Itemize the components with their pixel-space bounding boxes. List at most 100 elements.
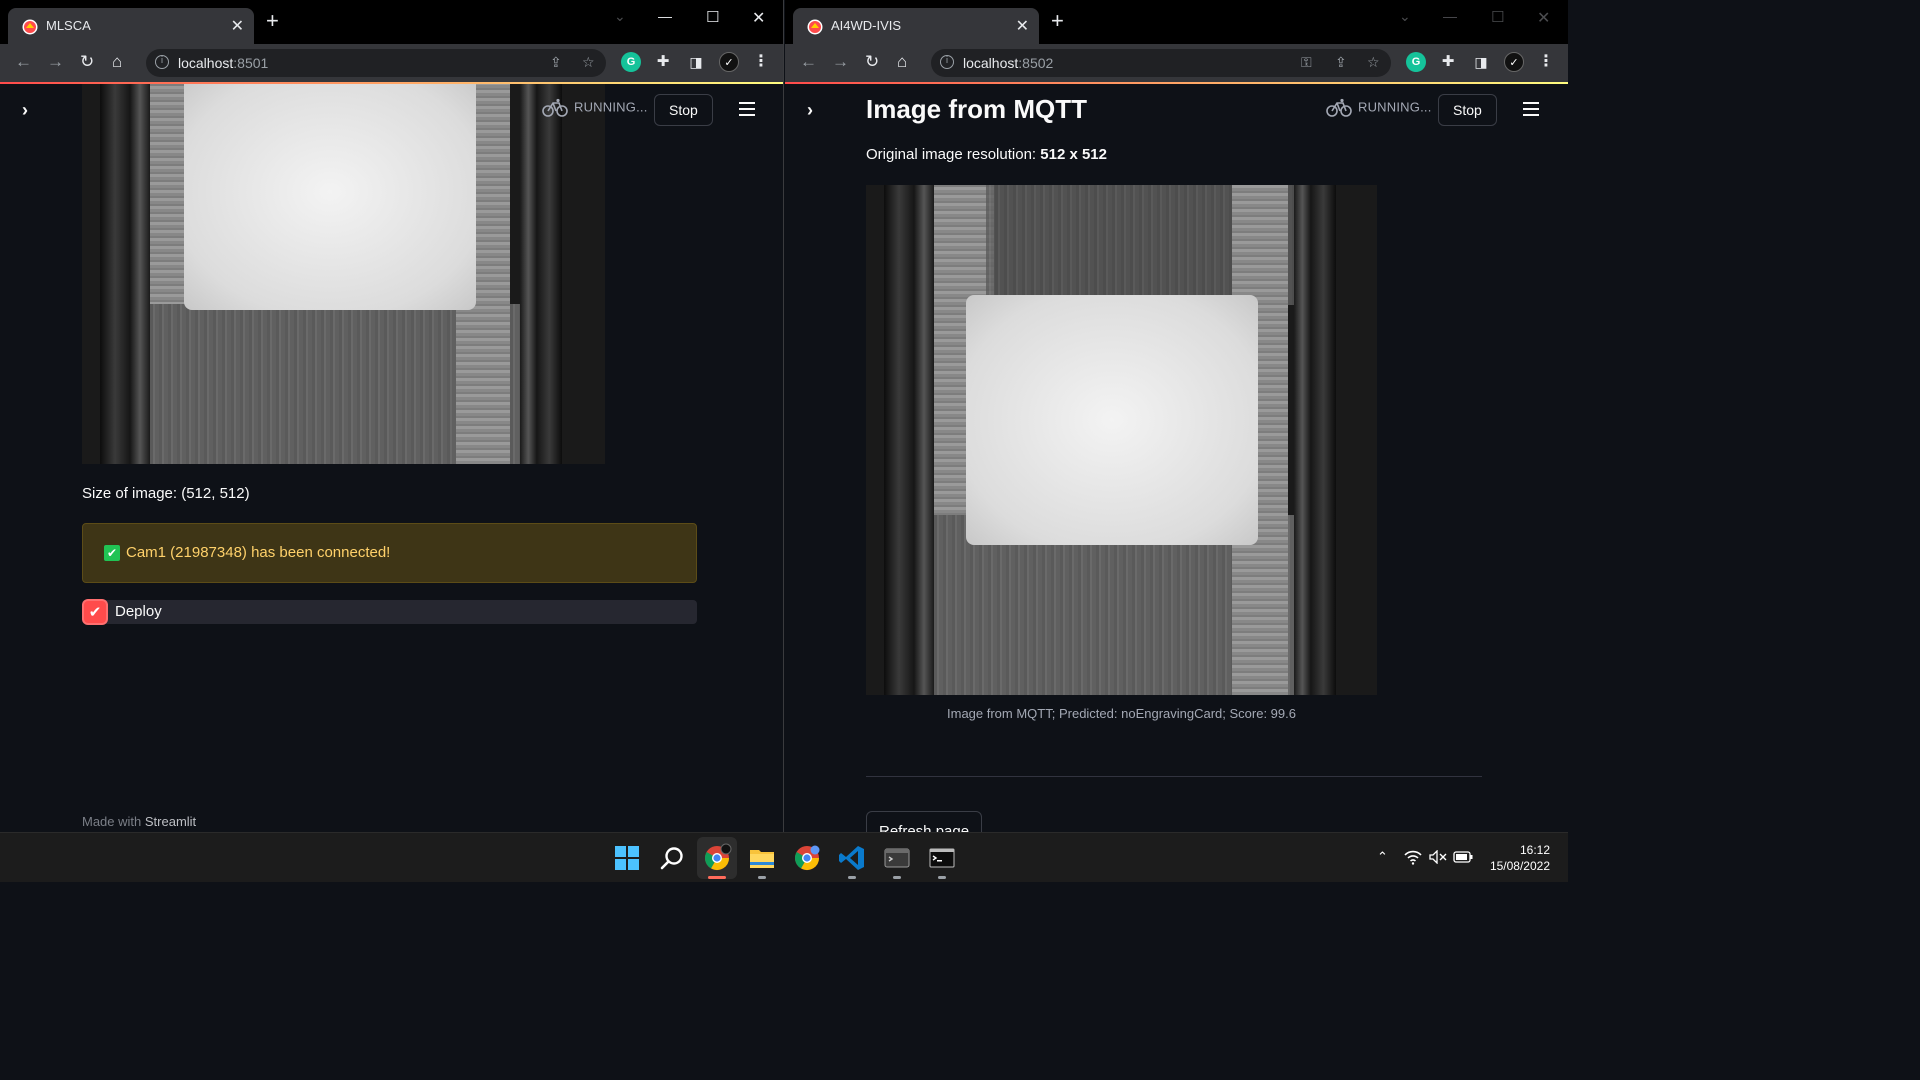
divider xyxy=(866,776,1482,777)
image-size-text: Size of image: (512, 512) xyxy=(82,485,250,502)
close-tab-icon[interactable]: ✕ xyxy=(231,16,244,36)
close-window-button[interactable]: ✕ xyxy=(752,8,765,28)
grammarly-icon[interactable]: G xyxy=(1406,52,1426,72)
chrome-icon[interactable] xyxy=(702,843,732,873)
tab-search-icon[interactable]: ⌄ xyxy=(1399,8,1411,25)
running-bike-icon xyxy=(542,98,568,117)
speaker-muted-icon[interactable] xyxy=(1429,850,1447,864)
url-port: :8502 xyxy=(1018,55,1054,71)
side-panel-icon[interactable]: ◨ xyxy=(686,52,706,72)
success-alert: ✔ Cam1 (21987348) has been connected! xyxy=(82,523,697,583)
battery-icon[interactable] xyxy=(1453,851,1473,863)
profile-avatar-icon[interactable]: ✓ xyxy=(719,52,739,72)
streamlit-link[interactable]: Streamlit xyxy=(145,814,196,829)
new-tab-button[interactable]: + xyxy=(266,10,279,32)
chrome-active-indicator xyxy=(708,876,726,879)
browser-menu-icon[interactable]: ⋮ xyxy=(751,52,771,72)
site-info-icon[interactable]: i xyxy=(155,55,169,69)
clock[interactable]: 16:12 15/08/2022 xyxy=(1486,842,1550,874)
streamlit-app-left: › RUNNING... Stop Size of image: (512, 5… xyxy=(0,84,783,832)
tab-strip: AI4WD-IVIS ✕ + ⌄ — ☐ ✕ xyxy=(785,0,1568,44)
side-panel-icon[interactable]: ◨ xyxy=(1471,52,1491,72)
browser-window-right: AI4WD-IVIS ✕ + ⌄ — ☐ ✕ ← → ↻ ⌂ i localho… xyxy=(785,0,1568,832)
url-text: localhost:8502 xyxy=(963,55,1053,71)
url-host: localhost xyxy=(963,55,1019,71)
page-title: Image from MQTT xyxy=(866,94,1088,124)
extensions-puzzle-icon[interactable]: ✚ xyxy=(1438,52,1458,72)
file-explorer-icon[interactable] xyxy=(747,843,777,873)
url-host: localhost xyxy=(178,55,234,71)
wifi-icon[interactable] xyxy=(1404,849,1422,865)
site-info-icon[interactable]: i xyxy=(940,55,954,69)
close-tab-icon[interactable]: ✕ xyxy=(1016,16,1029,36)
home-icon[interactable]: ⌂ xyxy=(112,52,122,72)
cmd-indicator xyxy=(938,876,946,879)
running-status: RUNNING... xyxy=(1326,98,1432,118)
forward-arrow-icon[interactable]: → xyxy=(832,52,849,72)
extensions-puzzle-icon[interactable]: ✚ xyxy=(653,52,673,72)
reload-icon[interactable]: ↻ xyxy=(80,52,94,72)
tab-mlsca[interactable]: MLSCA ✕ xyxy=(8,8,254,44)
browser-menu-icon[interactable]: ⋮ xyxy=(1536,52,1556,72)
show-hidden-icons-chevron-icon[interactable]: ⌃ xyxy=(1377,850,1388,865)
hamburger-menu-icon[interactable] xyxy=(1523,102,1539,116)
start-icon[interactable] xyxy=(612,843,642,873)
grammarly-icon[interactable]: G xyxy=(621,52,641,72)
clock-date: 15/08/2022 xyxy=(1489,859,1550,873)
share-icon[interactable]: ⇪ xyxy=(1335,54,1347,71)
streamlit-app-right: › Image from MQTT RUNNING... Stop Origin… xyxy=(785,84,1568,832)
reload-icon[interactable]: ↻ xyxy=(865,52,879,72)
home-icon[interactable]: ⌂ xyxy=(897,52,907,72)
sidebar-expand-chevron-icon[interactable]: › xyxy=(807,100,813,121)
address-bar[interactable]: i localhost:8502 ⚿ ⇪ ☆ xyxy=(931,49,1391,77)
hamburger-menu-icon[interactable] xyxy=(739,102,755,116)
address-bar[interactable]: i localhost:8501 ⇪ ☆ xyxy=(146,49,606,77)
deploy-checkbox[interactable]: ✔ xyxy=(82,599,108,625)
image-caption: Image from MQTT; Predicted: noEngravingC… xyxy=(947,706,1296,721)
terminal-indicator xyxy=(893,876,901,879)
explorer-indicator xyxy=(758,876,766,879)
running-bike-icon xyxy=(1326,98,1352,117)
browser-toolbar: ← → ↻ ⌂ i localhost:8501 ⇪ ☆ G ✚ ◨ ✓ ⋮ xyxy=(0,44,783,82)
new-tab-button[interactable]: + xyxy=(1051,10,1064,32)
back-arrow-icon[interactable]: ← xyxy=(800,52,817,72)
mqtt-image xyxy=(866,185,1377,695)
back-arrow-icon[interactable]: ← xyxy=(15,52,32,72)
maximize-button[interactable]: ☐ xyxy=(706,8,719,26)
resolution-value: 512 x 512 xyxy=(1040,146,1107,163)
minimize-button[interactable]: — xyxy=(1443,8,1457,24)
command-prompt-icon[interactable] xyxy=(927,843,957,873)
url-port: :8501 xyxy=(233,55,269,71)
vscode-icon[interactable] xyxy=(837,843,867,873)
footer-prefix: Made with xyxy=(82,814,145,829)
running-status: RUNNING... xyxy=(542,98,648,118)
chrome-canary-icon[interactable] xyxy=(792,843,822,873)
tab-ai4wd-ivis[interactable]: AI4WD-IVIS ✕ xyxy=(793,8,1039,44)
streamlit-favicon-icon xyxy=(807,19,823,35)
tab-title: MLSCA xyxy=(46,18,91,33)
alert-message: Cam1 (21987348) has been connected! xyxy=(126,544,391,561)
stop-button[interactable]: Stop xyxy=(1438,94,1497,126)
check-mark-icon: ✔ xyxy=(104,545,120,561)
streamlit-favicon-icon xyxy=(22,19,38,35)
refresh-page-button[interactable]: Refresh page xyxy=(866,811,983,832)
forward-arrow-icon[interactable]: → xyxy=(47,52,64,72)
sidebar-expand-chevron-icon[interactable]: › xyxy=(22,100,28,121)
bookmark-star-icon[interactable]: ☆ xyxy=(582,54,595,71)
terminal-icon[interactable] xyxy=(882,843,912,873)
stop-button[interactable]: Stop xyxy=(654,94,713,126)
browser-toolbar: ← → ↻ ⌂ i localhost:8502 ⚿ ⇪ ☆ G ✚ ◨ ✓ ⋮ xyxy=(785,44,1568,82)
profile-avatar-icon[interactable]: ✓ xyxy=(1504,52,1524,72)
password-key-icon[interactable]: ⚿ xyxy=(1301,54,1312,71)
tab-strip: MLSCA ✕ + ⌄ — ☐ ✕ xyxy=(0,0,783,44)
resolution-label: Original image resolution: xyxy=(866,146,1041,163)
search-icon[interactable] xyxy=(657,843,687,873)
minimize-button[interactable]: — xyxy=(658,8,672,24)
vscode-indicator xyxy=(848,876,856,879)
deploy-checkbox-row[interactable]: ✔ Deploy xyxy=(82,599,697,625)
bookmark-star-icon[interactable]: ☆ xyxy=(1367,54,1380,71)
share-icon[interactable]: ⇪ xyxy=(550,54,562,71)
tab-search-icon[interactable]: ⌄ xyxy=(614,8,626,25)
maximize-button[interactable]: ☐ xyxy=(1491,8,1504,26)
close-window-button[interactable]: ✕ xyxy=(1537,8,1550,28)
